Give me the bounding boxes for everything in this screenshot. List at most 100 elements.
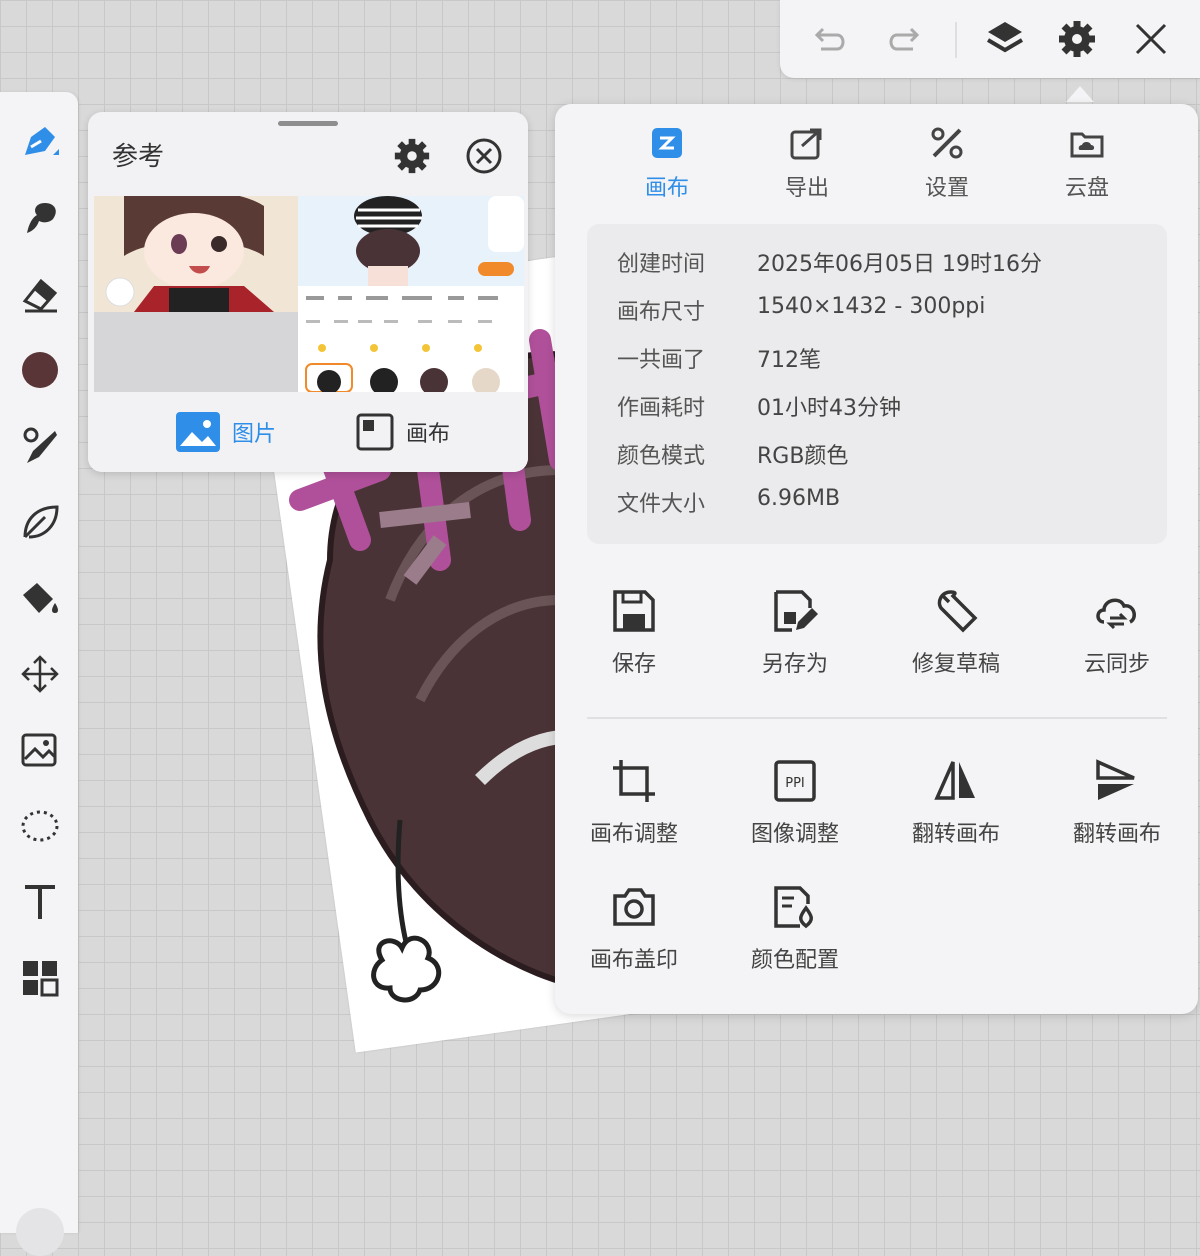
- file-menu-panel: 画布 导出 设置 云盘 创建时间 2025年06月05日 19时16分 画布尺寸 1…: [555, 104, 1198, 1014]
- info-key: 文件大小: [617, 492, 706, 517]
- layers-icon[interactable]: [984, 18, 1026, 60]
- save-as-button[interactable]: 另存为: [720, 588, 870, 678]
- top-action-bar: [780, 0, 1200, 78]
- smudge-tool-icon[interactable]: [14, 192, 66, 244]
- fill-bucket-icon[interactable]: [14, 572, 66, 624]
- reference-panel: 参考 图片 画布: [88, 112, 528, 472]
- canvas-info-box: 创建时间 2025年06月05日 19时16分 画布尺寸 1540×1432 - 3…: [587, 224, 1167, 544]
- cloud-sync-icon: [1094, 588, 1140, 634]
- info-row-size: 画布尺寸 1540×1432 - 300ppi: [617, 294, 985, 334]
- save-icon: [611, 588, 657, 634]
- drag-handle[interactable]: [278, 121, 338, 126]
- flip-horizontal-label: 翻转画布: [911, 822, 1000, 847]
- reference-title: 参考: [112, 142, 165, 172]
- image-adjust-label: 图像调整: [750, 822, 839, 847]
- info-row-duration: 作画耗时 01小时43分钟: [617, 390, 901, 430]
- repair-draft-label: 修复草稿: [911, 652, 1000, 677]
- tab-image[interactable]: 图片: [176, 410, 276, 454]
- eraser-tool-icon[interactable]: [14, 268, 66, 320]
- wrench-icon: [933, 588, 979, 634]
- save-as-icon: [772, 588, 818, 634]
- text-tool-icon[interactable]: [14, 876, 66, 928]
- crop-icon: [611, 758, 657, 804]
- info-value: 712笔: [757, 348, 821, 373]
- image-import-icon[interactable]: [14, 724, 66, 776]
- save-button[interactable]: 保存: [559, 588, 709, 678]
- brush-settings-icon[interactable]: [14, 420, 66, 472]
- toolbar-divider: [955, 22, 957, 58]
- apps-grid-icon[interactable]: [14, 952, 66, 1004]
- info-key: 颜色模式: [617, 444, 706, 469]
- menu-circle-button[interactable]: [16, 1208, 64, 1256]
- info-key: 画布尺寸: [617, 300, 706, 325]
- info-row-created: 创建时间 2025年06月05日 19时16分: [617, 246, 1042, 286]
- tab-image-label: 图片: [232, 422, 277, 447]
- info-key: 创建时间: [617, 252, 706, 277]
- image-adjust-button[interactable]: PPI 图像调整: [720, 758, 870, 848]
- canvas-stamp-button[interactable]: 画布盖印: [559, 884, 709, 974]
- canvas-stamp-label: 画布盖印: [589, 948, 678, 973]
- close-circle-icon[interactable]: [464, 136, 504, 176]
- color-profile-label: 颜色配置: [750, 948, 839, 973]
- tab-cloud-drive-label: 云盘: [1064, 176, 1109, 201]
- reference-settings-icon[interactable]: [392, 136, 432, 176]
- gear-icon[interactable]: [1056, 18, 1098, 60]
- brush-tool-icon[interactable]: [14, 116, 66, 168]
- image-icon: [176, 412, 220, 452]
- flip-vertical-icon: [1094, 758, 1140, 804]
- transform-tool-icon[interactable]: [14, 648, 66, 700]
- save-as-label: 另存为: [761, 652, 828, 677]
- flip-horizontal-button[interactable]: 翻转画布: [881, 758, 1031, 848]
- info-row-file-size: 文件大小 6.96MB: [617, 486, 840, 526]
- info-row-color-mode: 颜色模式 RGB颜色: [617, 438, 848, 478]
- lasso-select-icon[interactable]: [14, 800, 66, 852]
- tab-settings-label: 设置: [924, 176, 969, 201]
- cloud-sync-button[interactable]: 云同步: [1042, 588, 1192, 678]
- color-swatch-icon[interactable]: [14, 344, 66, 396]
- left-toolbar: [0, 92, 78, 1256]
- undo-icon[interactable]: [808, 18, 850, 60]
- info-row-strokes: 一共画了 712笔: [617, 342, 821, 382]
- info-value: 01小时43分钟: [757, 396, 901, 421]
- reference-image-anime-girl[interactable]: [94, 196, 298, 312]
- flip-horizontal-icon: [933, 758, 979, 804]
- redo-icon[interactable]: [884, 18, 926, 60]
- menu-divider: [587, 717, 1167, 719]
- flip-vertical-label: 翻转画布: [1072, 822, 1161, 847]
- export-icon: [790, 126, 824, 160]
- tab-export[interactable]: 导出: [747, 126, 867, 202]
- close-icon[interactable]: [1130, 18, 1172, 60]
- leaf-tool-icon[interactable]: [14, 496, 66, 548]
- reference-image-area[interactable]: [94, 196, 524, 392]
- tab-settings[interactable]: 设置: [887, 126, 1007, 202]
- tab-canvas-info[interactable]: 画布: [607, 126, 727, 202]
- reference-image-app-screenshot[interactable]: [298, 196, 524, 392]
- tab-export-label: 导出: [784, 176, 829, 201]
- tools-icon: [930, 126, 964, 160]
- camera-stamp-icon: [611, 884, 657, 930]
- info-value: 1540×1432 - 300ppi: [757, 294, 986, 319]
- tab-canvas-label: 画布: [406, 422, 451, 447]
- save-label: 保存: [611, 652, 656, 677]
- canvas-icon: [356, 413, 394, 451]
- tab-canvas[interactable]: 画布: [356, 410, 450, 454]
- info-value: RGB颜色: [757, 444, 849, 469]
- flip-vertical-button[interactable]: 翻转画布: [1042, 758, 1192, 848]
- canvas-adjust-label: 画布调整: [589, 822, 678, 847]
- info-key: 作画耗时: [617, 396, 706, 421]
- color-profile-icon: [772, 884, 818, 930]
- popover-arrow: [1066, 86, 1094, 102]
- svg-text:PPI: PPI: [785, 776, 805, 791]
- repair-draft-button[interactable]: 修复草稿: [881, 588, 1031, 678]
- color-profile-button[interactable]: 颜色配置: [720, 884, 870, 974]
- cloud-sync-label: 云同步: [1083, 652, 1150, 677]
- canvas-adjust-button[interactable]: 画布调整: [559, 758, 709, 848]
- info-key: 一共画了: [617, 348, 706, 373]
- info-value: 2025年06月05日 19时16分: [757, 252, 1042, 277]
- info-value: 6.96MB: [757, 486, 841, 511]
- cloud-folder-icon: [1070, 126, 1104, 160]
- reference-tabs: 图片 画布: [88, 392, 528, 472]
- tab-cloud-drive[interactable]: 云盘: [1027, 126, 1147, 202]
- tab-canvas-info-label: 画布: [644, 176, 689, 201]
- canvas-tab-icon: [650, 126, 684, 160]
